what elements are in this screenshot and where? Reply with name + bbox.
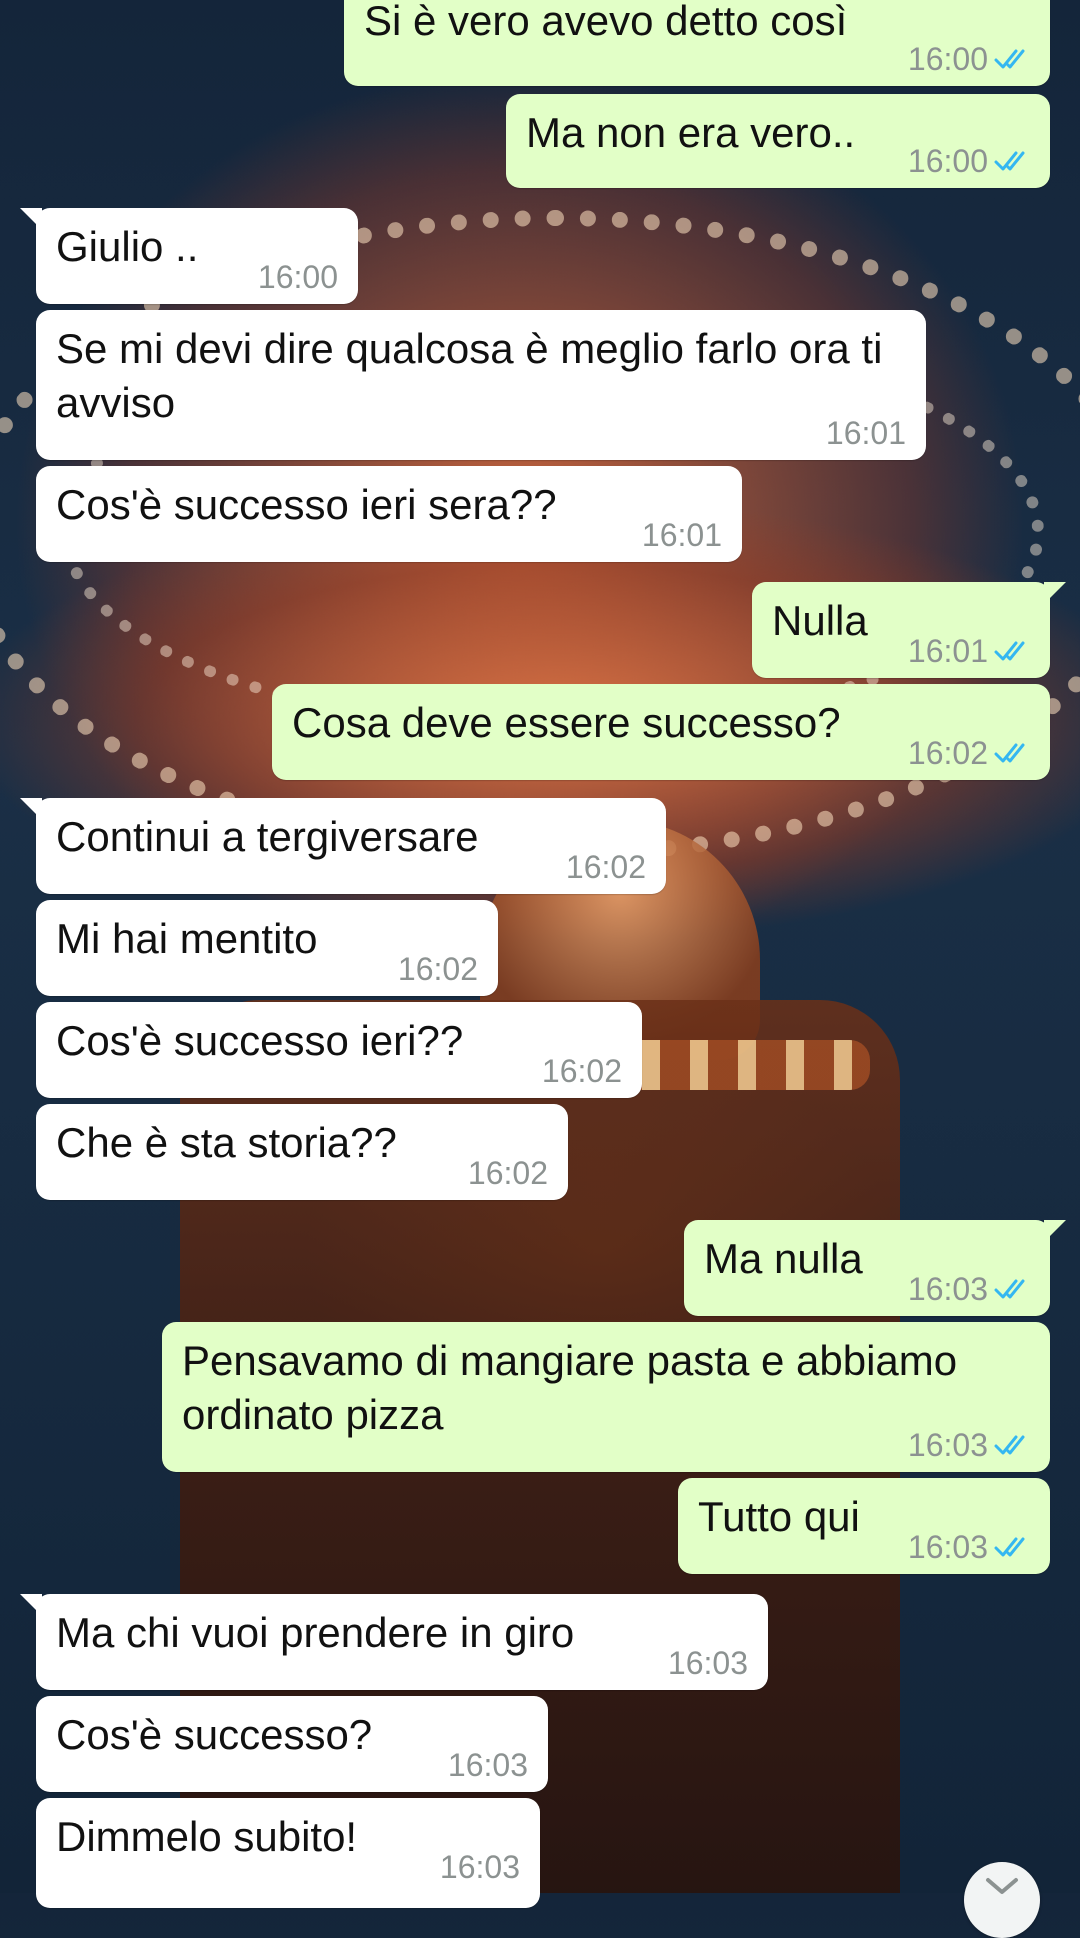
message-time: 16:02 [541,1053,622,1089]
message-text: Se mi devi dire qualcosa è meglio farlo … [56,325,883,426]
outgoing-message[interactable]: Pensavamo di mangiare pasta e abbiamo or… [162,1322,1050,1472]
bubble-tail [1044,1220,1066,1242]
message-time: 16:00 [907,41,988,77]
bubble-tail [1044,582,1066,604]
message-text: Continui a tergiversare [56,813,479,860]
incoming-message[interactable]: Mi hai mentito 16:02 [36,900,498,996]
message-text: Pensavamo di mangiare pasta e abbiamo or… [182,1337,958,1438]
incoming-message[interactable]: Giulio .. 16:00 [20,208,358,304]
incoming-message[interactable]: Cos'è successo? 16:03 [36,1696,548,1792]
message-time: 16:03 [439,1849,520,1885]
bubble-tail [20,1594,42,1616]
bubble-tail [20,208,42,230]
incoming-message[interactable]: Se mi devi dire qualcosa è meglio farlo … [36,310,926,460]
outgoing-message[interactable]: Nulla 16:01 [752,582,1066,678]
read-receipt-icon [994,743,1025,763]
bubble-tail [20,798,42,820]
read-receipt-icon [994,641,1025,661]
read-receipt-icon [994,1279,1025,1299]
message-time: 16:00 [907,143,988,179]
scroll-to-bottom-button[interactable] [964,1862,1040,1938]
incoming-message[interactable]: Continui a tergiversare 16:02 [20,798,666,894]
message-time: 16:03 [907,1529,988,1565]
incoming-message[interactable]: Dimmelo subito! 16:03 [36,1798,540,1908]
message-time: 16:03 [907,1427,988,1463]
message-text: Cos'è successo ieri sera?? [56,481,557,528]
read-receipt-icon [994,1435,1025,1455]
message-time: 16:01 [907,633,988,669]
message-time: 16:02 [907,735,988,771]
message-time: 16:01 [641,517,722,553]
message-time: 16:02 [467,1155,548,1191]
read-receipt-icon [994,49,1025,69]
message-time: 16:02 [397,951,478,987]
message-time: 16:02 [565,849,646,885]
chevron-down-icon [986,1878,1018,1894]
message-time: 16:03 [447,1747,528,1783]
incoming-message[interactable]: Cos'è successo ieri sera?? 16:01 [36,466,742,562]
message-time: 16:03 [907,1271,988,1307]
message-text: Ma chi vuoi prendere in giro [56,1609,575,1656]
outgoing-message[interactable]: Tutto qui 16:03 [678,1478,1050,1574]
incoming-message[interactable]: Che è sta storia?? 16:02 [36,1104,568,1200]
message-time: 16:01 [825,415,906,451]
message-text: Cos'è successo ieri?? [56,1017,464,1064]
read-receipt-icon [994,1537,1025,1557]
incoming-message[interactable]: Cos'è successo ieri?? 16:02 [36,1002,642,1098]
read-receipt-icon [994,151,1025,171]
outgoing-message[interactable]: Ma nulla 16:03 [684,1220,1066,1316]
message-time: 16:03 [667,1645,748,1681]
outgoing-message[interactable]: Ma non era vero.. 16:00 [506,94,1050,188]
incoming-message[interactable]: Ma chi vuoi prendere in giro 16:03 [20,1594,768,1690]
message-time: 16:00 [257,259,338,295]
outgoing-message[interactable]: Cosa deve essere successo? 16:02 [272,684,1050,780]
outgoing-message[interactable]: Si è vero avevo detto così 16:00 [344,0,1050,86]
